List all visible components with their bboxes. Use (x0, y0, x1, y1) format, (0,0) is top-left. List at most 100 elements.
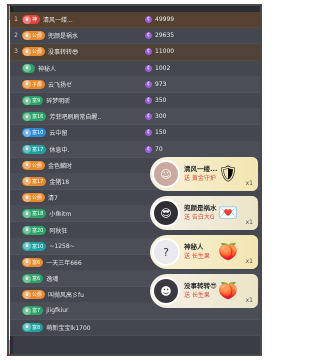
sender-avatar[interactable]: ☺ (152, 160, 180, 188)
viewer-name[interactable]: 逸魂 (46, 274, 58, 283)
leaderboard-row[interactable]: ♛ 富16 芳菲吧刷刷常自醒.. ¢ 300 (10, 109, 260, 126)
gift-description: 送 长生果 (184, 253, 210, 260)
viewer-name[interactable]: 云中留 (49, 128, 67, 137)
badge-label: 富17 (32, 178, 44, 185)
viewer-name[interactable]: 叫抛风高彡fu (48, 290, 84, 299)
level-badge: ♛ 富16 (22, 112, 47, 122)
gift-count: x1 (245, 219, 253, 226)
level-badge: ♛ 子爵 (22, 79, 46, 89)
leaderboard-row[interactable]: 2 ♛ 公爵 兜颜是祸水 ¢ 29635 (10, 28, 260, 45)
badge-icon: ♛ (23, 193, 31, 202)
score-value: 350 (155, 97, 167, 105)
contribution-score: ¢ 300 (145, 113, 166, 121)
badge-icon: ♛ (23, 209, 31, 218)
gift-description: 送 告白大G (184, 214, 215, 221)
badge-label: 富10 (32, 130, 44, 137)
viewer-name[interactable]: 萌新宝宝lk1700 (46, 323, 90, 332)
gift-notification: 😎 兜颜是祸水送 告白大G 💌 x1 (150, 196, 258, 230)
badge-icon: ♛ (23, 242, 31, 251)
viewer-name[interactable]: 小鱼itm (49, 209, 71, 218)
badge-label: 富16 (32, 114, 44, 121)
badge-label: 神 (32, 17, 38, 24)
gift-sender-name: 兜颜是祸水 (184, 204, 217, 212)
leaderboard-row[interactable]: 3 ♛ 公爵 没事转转😎 ¢ 11000 (10, 44, 260, 61)
score-value: 973 (155, 80, 167, 88)
level-badge: ♛ 富17 (22, 176, 47, 186)
level-badge: ♛ 富20 (22, 225, 47, 235)
viewer-name[interactable]: 没事转转😎 (48, 47, 78, 56)
gift-count: x1 (245, 180, 253, 187)
gift-notification: ☻ 没事转转😎 送 长生果 🍑 x1 (150, 274, 258, 308)
badge-icon: ♛ (23, 47, 31, 56)
badge-label: 子爵 (32, 81, 43, 88)
leaderboard-row[interactable]: ♛ 富17 休息中. ¢ 70 (10, 141, 260, 158)
viewer-name[interactable]: 神秘人 (38, 64, 56, 73)
viewer-name[interactable]: 休息中. (49, 145, 69, 154)
level-badge: ♛ 富10 (22, 128, 47, 138)
level-badge: ♛ 神 (22, 15, 41, 25)
sender-avatar[interactable]: 😎 (152, 199, 180, 227)
badge-icon: ♛ (23, 177, 31, 186)
coin-icon: ¢ (145, 113, 152, 121)
viewer-name[interactable]: ~1258~ (49, 243, 74, 250)
level-badge: ♛ 富6 (22, 257, 44, 267)
level-badge: ♛ 富17 (22, 144, 47, 154)
viewer-name[interactable]: 碎梦明昕 (46, 96, 70, 105)
badge-icon: ♛ (23, 226, 31, 235)
leaderboard-row[interactable]: ♛ 神秘人 ¢ 1002 (10, 60, 260, 77)
viewer-name[interactable]: 一天三年666 (46, 258, 81, 267)
level-badge: ♛ 公爵 (22, 160, 46, 170)
coin-icon: ¢ (145, 32, 152, 40)
heart-letter-icon: 💌 (218, 202, 238, 222)
gold-shield-icon: 🛡 (217, 163, 239, 183)
coin-icon: ¢ (145, 97, 152, 105)
badge-label: 富7 (32, 308, 41, 315)
badge-icon: ♛ (23, 96, 31, 105)
gift-sender-name: 没事转转😎 (184, 282, 217, 290)
gift-notification-stack: ☺ 清风一缕... 送 黄金守护 🛡 x1 😎 兜颜是祸水送 告白大G 💌 x1? 神秘人送 长生… (150, 157, 258, 310)
viewer-name[interactable]: 金色麟时 (48, 161, 72, 170)
badge-icon: ♛ (23, 128, 31, 137)
rank-number: 3 (14, 48, 18, 56)
viewer-name[interactable]: 金猪18 (49, 177, 69, 186)
badge-icon: ♛ (23, 64, 31, 73)
viewer-name[interactable]: jiigfkiur (46, 307, 68, 314)
viewer-name[interactable]: 云飞扬ゼ (48, 80, 72, 89)
gift-notification: ? 神秘人送 长生果 🍑 x1 (150, 235, 258, 269)
badge-label: 富9 (32, 98, 41, 105)
viewer-name[interactable]: 清7 (48, 193, 58, 202)
gift-count: x1 (245, 258, 253, 265)
badge-label: 公爵 (32, 33, 43, 40)
badge-icon: ♛ (23, 145, 31, 154)
gift-description: 送 长生果 (184, 292, 210, 299)
coin-icon: ¢ (145, 64, 152, 72)
viewer-name[interactable]: 阿秋狂 (49, 226, 67, 235)
badge-label: 公爵 (32, 49, 43, 56)
level-badge: ♛ 富7 (22, 306, 44, 316)
leaderboard-row[interactable]: ♛ 子爵 云飞扬ゼ ¢ 973 (10, 76, 260, 93)
leaderboard-row[interactable]: ♛ 富8 萌新宝宝lk1700 (10, 319, 260, 336)
viewer-name[interactable]: 芳菲吧刷刷常自醒.. (49, 112, 101, 121)
viewer-name[interactable]: 清风一缕... (43, 15, 73, 24)
gift-count: x1 (245, 297, 253, 304)
sender-avatar[interactable]: ☻ (152, 277, 180, 305)
level-badge: ♛ 富18 (22, 209, 47, 219)
badge-label: 富20 (32, 227, 44, 234)
badge-label: 富10 (32, 243, 44, 250)
leaderboard-row[interactable]: ♛ 富9 碎梦明昕 ¢ 350 (10, 92, 260, 110)
sender-avatar[interactable]: ? (152, 238, 180, 266)
level-badge: ♛ 富9 (22, 96, 44, 106)
score-value: 70 (155, 145, 163, 153)
badge-icon: ♛ (23, 323, 31, 332)
badge-label: 公爵 (32, 292, 43, 299)
contribution-score: ¢ 11000 (145, 48, 174, 56)
coin-icon: ¢ (145, 16, 152, 24)
score-value: 49999 (155, 16, 175, 24)
leaderboard-row[interactable]: ♛ 富10 云中留 ¢ 150 (10, 125, 260, 142)
badge-icon: ♛ (23, 80, 31, 89)
level-badge: ♛ 富8 (22, 322, 44, 332)
leaderboard-row[interactable]: 1 ♛ 神清风一缕... ¢ 49999 (10, 12, 260, 29)
viewer-name[interactable]: 兜颜是祸水 (48, 31, 78, 40)
contribution-score: ¢ 29635 (145, 32, 174, 40)
level-badge: ♛ (22, 63, 35, 73)
